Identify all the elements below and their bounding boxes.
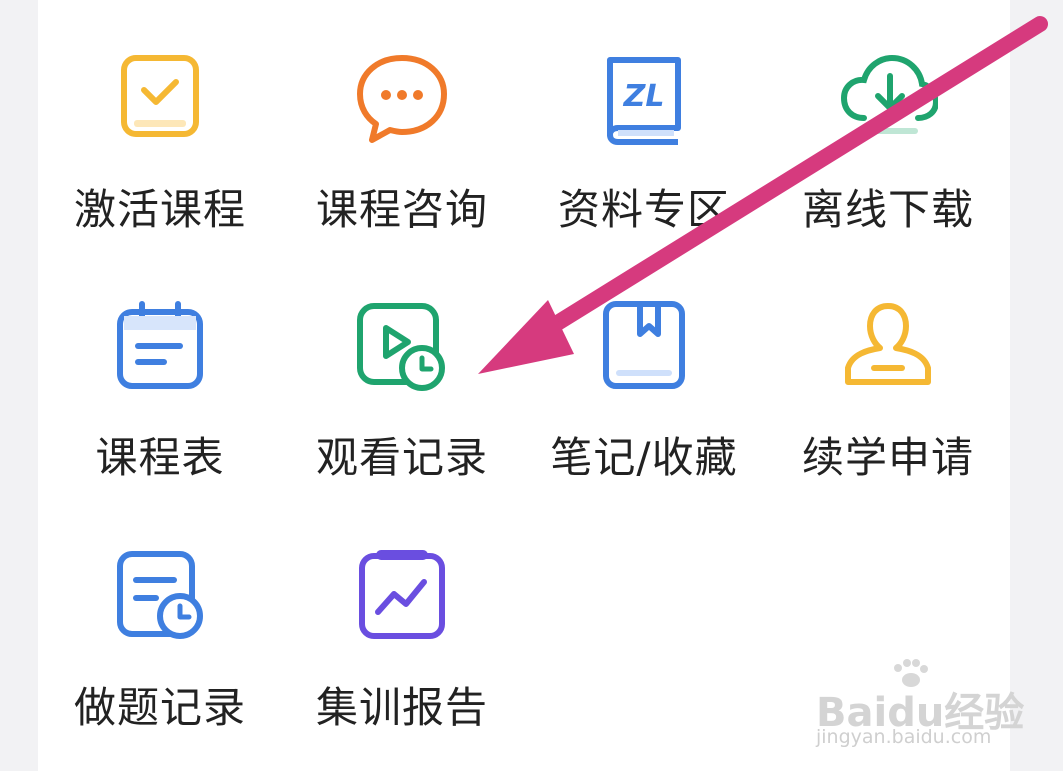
chat-bubble-icon — [352, 50, 452, 150]
menu-item-notes-favorites[interactable]: 笔记/收藏 — [524, 298, 764, 498]
menu-item-label: 做题记录 — [73, 683, 246, 732]
menu-item-materials[interactable]: ZL 资料专区 — [524, 50, 764, 250]
watermark-url: jingyan.baidu.com — [816, 726, 992, 748]
menu-item-training-report[interactable]: 集训报告 — [282, 548, 522, 748]
menu-item-schedule[interactable]: 课程表 — [40, 298, 280, 498]
menu-item-label: 资料专区 — [557, 185, 730, 234]
calendar-icon — [110, 298, 210, 398]
menu-item-exercise-history[interactable]: 做题记录 — [40, 548, 280, 748]
menu-item-label: 课程咨询 — [315, 185, 488, 234]
menu-item-label: 集训报告 — [315, 683, 488, 732]
menu-item-label: 笔记/收藏 — [550, 433, 738, 482]
watermark: Baidu经验 jingyan.baidu.com — [812, 658, 1024, 758]
menu-item-watch-history[interactable]: 观看记录 — [282, 298, 522, 498]
svg-text:ZL: ZL — [623, 79, 665, 114]
person-icon — [838, 298, 938, 398]
menu-item-offline-download[interactable]: 离线下载 — [768, 50, 1008, 250]
menu-item-label: 续学申请 — [801, 433, 974, 482]
activate-course-icon — [110, 50, 210, 150]
menu-item-course-consult[interactable]: 课程咨询 — [282, 50, 522, 250]
menu-item-renewal-request[interactable]: 续学申请 — [768, 298, 1008, 498]
menu-item-label: 观看记录 — [315, 433, 488, 482]
bookmark-book-icon — [594, 298, 694, 398]
book-icon: ZL — [594, 50, 694, 150]
cloud-download-icon — [838, 50, 938, 150]
menu-item-label: 离线下载 — [801, 185, 974, 234]
menu-item-activate-course[interactable]: 激活课程 — [40, 50, 280, 250]
exercise-history-icon — [110, 548, 210, 648]
menu-item-label: 激活课程 — [73, 185, 246, 234]
report-chart-icon — [352, 548, 452, 648]
menu-item-label: 课程表 — [95, 433, 225, 482]
video-history-icon — [352, 298, 452, 398]
